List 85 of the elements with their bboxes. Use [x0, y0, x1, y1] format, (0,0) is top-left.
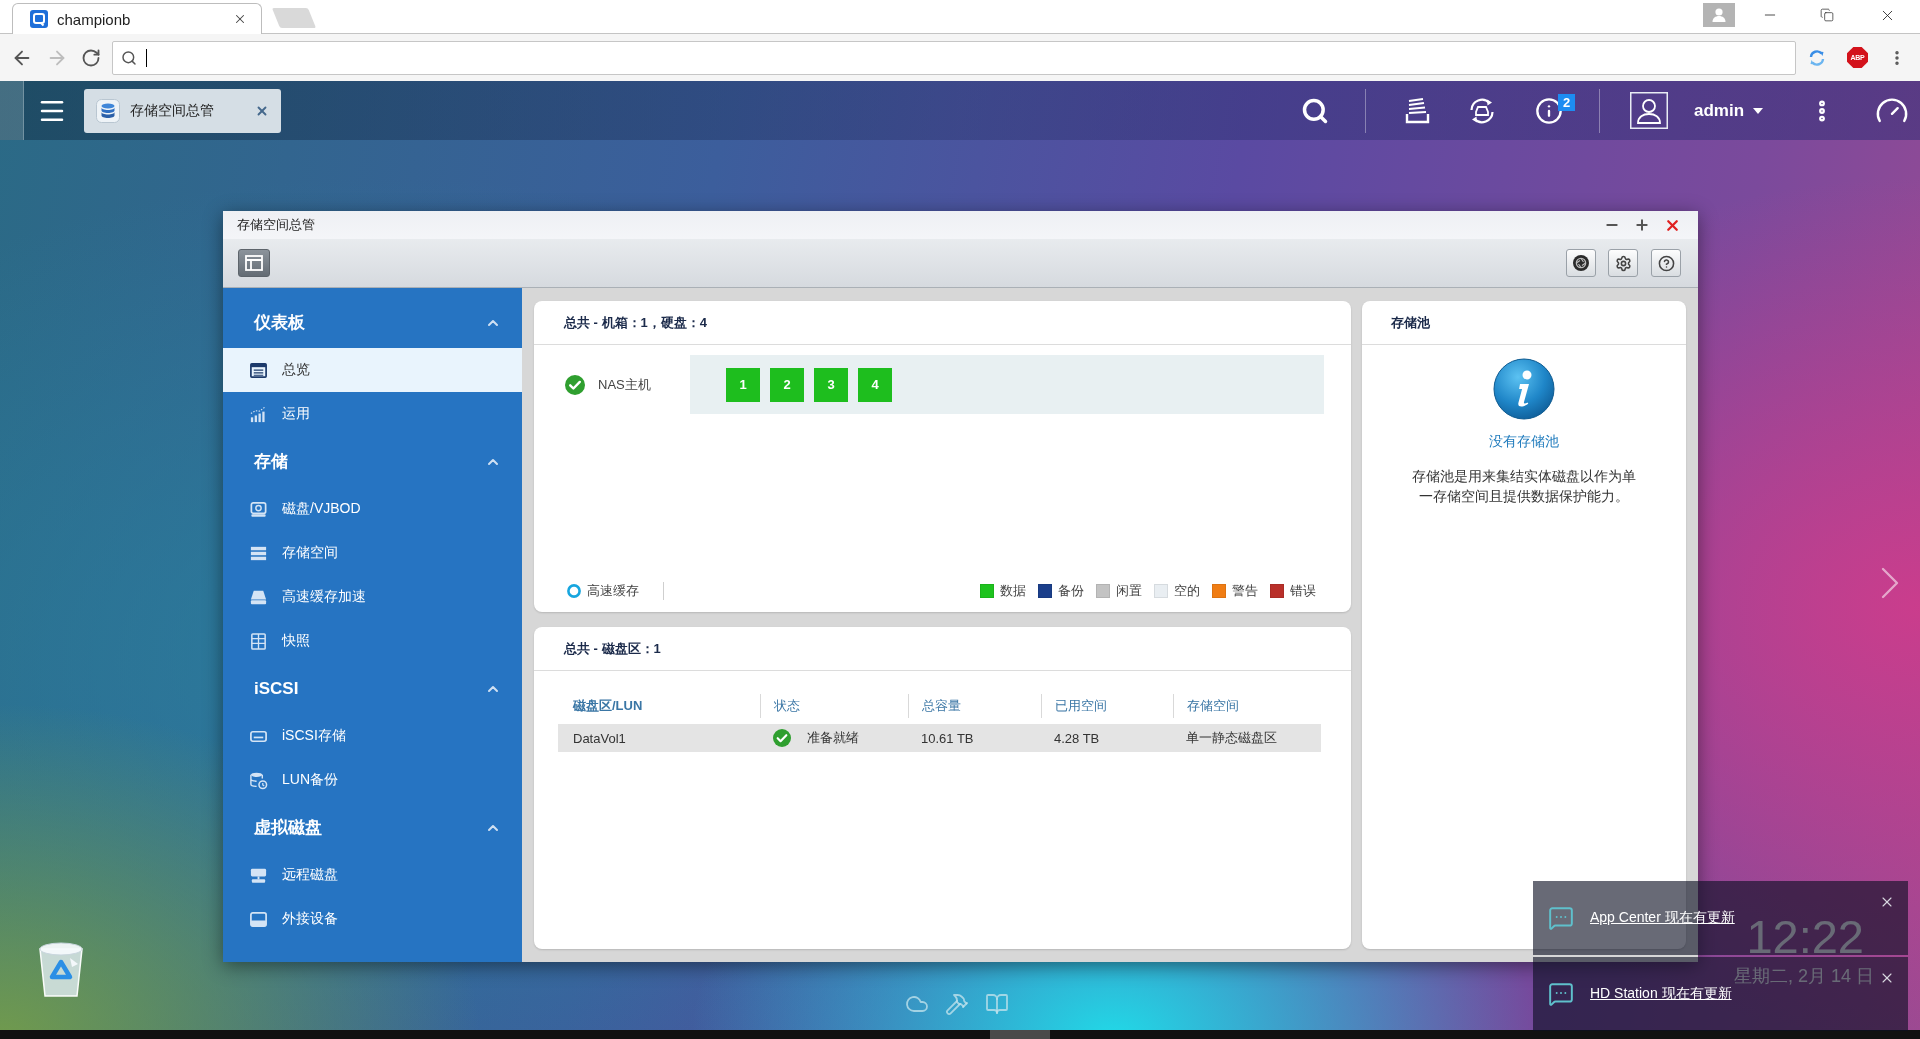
search-icon: [121, 49, 137, 66]
notification-link[interactable]: HD Station 现在有更新: [1590, 985, 1732, 1003]
sidebar-item[interactable]: iSCSI存储: [223, 714, 522, 758]
database-icon: [96, 98, 120, 123]
status-text: 准备就绪: [807, 729, 859, 747]
window-title: 存储空间总管: [237, 216, 315, 234]
sidebar-item[interactable]: 高速缓存加速: [223, 575, 522, 619]
panel-title: 总共 - 磁盘区：1: [564, 639, 661, 658]
help-button[interactable]: [1651, 249, 1681, 277]
grid-icon: [249, 631, 268, 651]
list-icon: [249, 360, 268, 380]
disk-slot[interactable]: 3: [814, 367, 848, 402]
info-icon[interactable]: [1535, 96, 1563, 125]
column-header[interactable]: 状态: [760, 694, 908, 718]
ring-icon: [567, 584, 581, 598]
column-header[interactable]: 总容量: [908, 694, 1041, 718]
search-icon[interactable]: [1301, 96, 1329, 125]
caret-icon: [1753, 107, 1764, 114]
panel-title: 总共 - 机箱：1，硬盘：4: [564, 313, 707, 332]
disk-slot[interactable]: 2: [770, 367, 804, 402]
sync-icon[interactable]: [1468, 96, 1496, 125]
legend-label: 数据: [1000, 582, 1026, 600]
sidebar-item[interactable]: 存储空间: [223, 531, 522, 575]
bar-chart-icon: [249, 404, 268, 424]
chat-icon: [1548, 981, 1574, 1007]
app-tab[interactable]: 存储空间总管: [84, 88, 281, 133]
clock-time: 12:22: [1746, 913, 1864, 960]
sidebar-item[interactable]: LUN备份: [223, 758, 522, 802]
sidebar-item[interactable]: 外接设备: [223, 897, 522, 941]
sidebar-item[interactable]: 快照: [223, 619, 522, 663]
settings-icon: [1614, 254, 1632, 272]
sidebar-toggle-button[interactable]: [238, 249, 270, 277]
legend-label: 空的: [1174, 582, 1200, 600]
host-label: NAS主机: [598, 375, 652, 394]
close-icon[interactable]: [233, 12, 247, 26]
sidebar-section-header[interactable]: 虚拟磁盘: [223, 802, 522, 853]
column-header[interactable]: 存储空间: [1173, 694, 1321, 718]
cache-label: 高速缓存: [587, 582, 639, 600]
reload-icon[interactable]: [81, 47, 101, 68]
description-text: 存储池是用来集结实体磁盘以作为单一存储空间且提供数据保护能力。: [1411, 467, 1637, 506]
disk-icon: [249, 499, 268, 519]
disk-slot[interactable]: 1: [726, 367, 760, 402]
info-icon: [1493, 358, 1555, 420]
legend-label: 警告: [1232, 582, 1258, 600]
legend-label: 备份: [1058, 582, 1084, 600]
stack-icon[interactable]: [1403, 96, 1431, 125]
table-cell-text: 4.28 TB: [1053, 729, 1101, 748]
help-icon: [1657, 254, 1675, 272]
table-cell-text: 10.61 TB: [920, 729, 975, 748]
address-field[interactable]: [112, 40, 1796, 75]
sidebar-section-header[interactable]: iSCSI: [223, 663, 522, 714]
table-cell-text: 单一静态磁盘区: [1185, 729, 1278, 747]
user-menu-button[interactable]: admin: [1694, 100, 1764, 121]
snapshot-button[interactable]: [1566, 249, 1596, 277]
browser-tab[interactable]: championb: [12, 3, 262, 34]
empty-state-message: 没有存储池: [1489, 433, 1559, 451]
legend-label: 错误: [1290, 582, 1316, 600]
panel-title: 存储池: [1391, 313, 1430, 332]
clock-date: 星期二, 2月 14 日: [1733, 967, 1874, 985]
notification-badge: 2: [1558, 93, 1575, 111]
table-row[interactable]: DataVol1 准备就绪 10.61 TB 4.28 TB 单一静态磁盘区: [558, 724, 1321, 752]
database-icon: [249, 770, 268, 790]
sidebar-item[interactable]: 远程磁盘: [223, 853, 522, 897]
sidebar-section-header[interactable]: 存储: [223, 436, 522, 487]
app-logo-icon: [30, 10, 48, 28]
restore-icon[interactable]: [1820, 8, 1834, 22]
notification-link[interactable]: App Center 现在有更新: [1590, 909, 1735, 927]
settings-button[interactable]: [1608, 249, 1638, 277]
panel-icon: [245, 255, 263, 271]
avatar-icon[interactable]: [1630, 92, 1668, 129]
sidebar-item[interactable]: 磁盘/VJBOD: [223, 487, 522, 531]
sidebar-section-header[interactable]: 仪表板: [223, 297, 522, 348]
sidebar-item[interactable]: 总览: [223, 348, 522, 392]
chat-icon: [1548, 905, 1574, 931]
column-header[interactable]: 已用空间: [1041, 694, 1173, 718]
disk-slot[interactable]: 4: [858, 367, 892, 402]
drive-icon: [249, 909, 268, 929]
table-cell-text: DataVol1: [572, 729, 627, 748]
lens-icon: [1572, 254, 1590, 272]
bar-handle[interactable]: [990, 1030, 1050, 1039]
edge-strip: [0, 81, 24, 140]
sidebar-item[interactable]: 运用: [223, 392, 522, 436]
column-header[interactable]: 磁盘区/LUN: [558, 694, 760, 718]
maximize-icon[interactable]: [1634, 217, 1650, 233]
legend-label: 闲置: [1116, 582, 1142, 600]
